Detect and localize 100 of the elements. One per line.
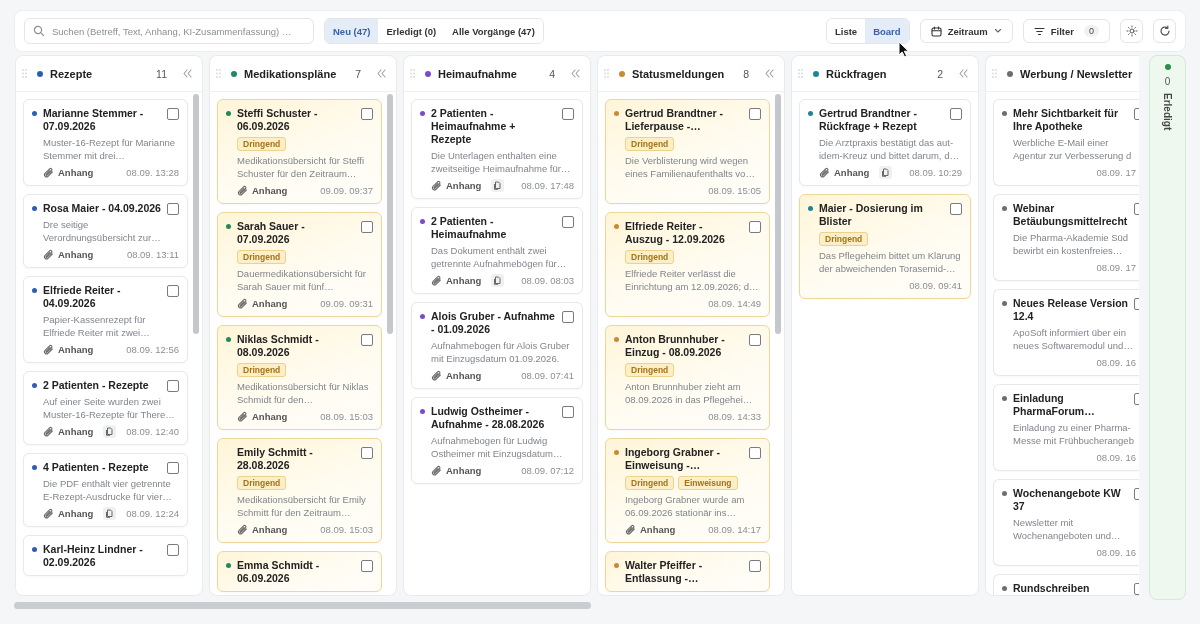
paperclip-icon (431, 465, 442, 476)
paperclip-icon (819, 167, 830, 178)
message-card[interactable]: Karl-Heinz Lindner - 02.09.2026 (23, 535, 188, 576)
message-card[interactable]: Gertrud Brandtner - Rückfrage + Rezept Die Arztpraxis bestätigt das aut-idem-Kreuz und bittet darum, d… Anhang 08.09. 10:29 (799, 99, 971, 186)
card-description: ApoSoft informiert über ein neues Softwaremodul und… (1013, 326, 1134, 352)
checkbox[interactable] (167, 285, 179, 297)
message-card[interactable]: Elfriede Reiter - Auszug - 12.09.2026 Dringend Elfriede Reiter verlässt die Einrichtung am 12.09.2026; d… 08.09. 14:49 (605, 212, 770, 317)
drag-handle-icon[interactable] (604, 69, 609, 78)
checkbox[interactable] (562, 108, 574, 120)
card-time: 08.09. 17:48 (521, 179, 574, 192)
checkbox[interactable] (361, 334, 373, 346)
card-description: Dauermedikationsübersicht für Sarah Sauer mit fünf… (237, 267, 367, 293)
checkbox[interactable] (361, 108, 373, 120)
message-card[interactable]: Neues Release Version 12.4 ApoSoft informiert über ein neues Softwaremodul und… 08.09. 16 (993, 289, 1139, 376)
attachment-label: Anhang (446, 179, 482, 192)
message-card[interactable]: Maier - Dosierung im Blister Dringend Das Pflegeheim bittet um Klärung der abweichenden Torasemid-… 08.09. 09:41 (799, 194, 971, 299)
paperclip-icon (625, 524, 636, 535)
message-card[interactable]: 2 Patienten - Heimaufnahme + Rezepte Die Unterlagen enthalten eine zweitseitige Heimaufnahme für… Anhang 08.09. 17:48 (411, 99, 583, 199)
message-card[interactable]: Marianne Stemmer - 07.09.2026 Muster-16-Rezept für Marianne Stemmer mit drei… Anhang 08.09. 13:28 (23, 99, 188, 186)
message-card[interactable]: Emma Schmidt - 06.09.2026 (217, 551, 382, 592)
message-card[interactable]: Mehr Sichtbarkeit für Ihre Apotheke Werbliche E-Mail einer Agentur zur Verbesserung d 08.09. 17 (993, 99, 1139, 186)
drag-handle-icon[interactable] (216, 69, 221, 78)
message-card[interactable]: Gertrud Brandtner - Lieferpause -… Dringend Die Verblisterung wird wegen eines Familienaufenthalts vo… 08.09. 15:05 (605, 99, 770, 204)
horizontal-scrollbar[interactable] (14, 602, 591, 609)
card-description: Die Verblisterung wird wegen eines Familienaufenthalts vo… (625, 154, 756, 180)
card-title: Mehr Sichtbarkeit für Ihre Apotheke (1013, 107, 1120, 133)
message-card[interactable]: Anton Brunnhuber - Einzug - 08.09.2026 Dringend Anton Brunnhuber zieht am 08.09.2026 in das Pflegehei… 08.09. 14:33 (605, 325, 770, 430)
card-time: 08.09. 13:28 (126, 166, 179, 179)
message-card[interactable]: Sarah Sauer - 07.09.2026 Dringend Dauermedikationsübersicht für Sarah Sauer mit fünf… Anhang 09.09. 09:31 (217, 212, 382, 317)
message-card[interactable]: Elfriede Reiter - 04.09.2026 Papier-Kassenrezept für Elfriede Reiter mit zwei… Anhang 08.09. 12:56 (23, 276, 188, 363)
attachment-label: Anhang (834, 166, 870, 179)
filter-button[interactable]: Filter 0 (1022, 19, 1110, 43)
checkbox[interactable] (950, 203, 962, 215)
card-description: Ingeborg Grabner wurde am 06.09.2026 stationär ins… (625, 493, 746, 519)
checkbox[interactable] (167, 108, 179, 120)
scrollbar-thumb[interactable] (193, 94, 199, 334)
drag-handle-icon[interactable] (410, 69, 415, 78)
column-title: Medikationspläne (244, 67, 337, 80)
message-card[interactable]: Einladung PharmaForum… Einladung zu einer Pharma-Messe mit Frühbucherangeb 08.09. 16 (993, 384, 1139, 471)
checkbox[interactable] (167, 462, 179, 474)
message-card[interactable]: Emily Schmitt - 28.08.2026 Dringend Medikationsübersicht für Emily Schmitt für den Zeitraum… Anhang 08.09. 15:03 (217, 438, 382, 543)
card-title: Marianne Stemmer - 07.09.2026 (43, 107, 145, 133)
tag: Dringend (237, 137, 287, 151)
view-tab[interactable]: Board (865, 19, 909, 43)
scrollbar-thumb[interactable] (775, 94, 781, 334)
message-card[interactable]: Steffi Schuster - 06.09.2026 Dringend Medikationsübersicht für Steffi Schuster für den Zeitraum… Anhang 09.09. 09:37 (217, 99, 382, 204)
scrollbar-thumb[interactable] (387, 94, 393, 334)
card-count: 11 (156, 67, 167, 80)
checkbox[interactable] (749, 108, 761, 120)
checkbox[interactable] (749, 560, 761, 572)
card-title: Anton Brunnhuber - Einzug - 08.09.2026 (625, 333, 726, 359)
card-count: 8 (743, 67, 749, 80)
checkbox[interactable] (562, 406, 574, 418)
message-card[interactable]: 4 Patienten - Rezepte Die PDF enthält vier getrennte E-Rezept-Ausdrucke für vier… Anhang 08.09. 12:24 (23, 453, 188, 527)
drag-handle-icon[interactable] (992, 69, 997, 78)
message-card[interactable]: 2 Patienten - Rezepte Auf einer Seite wurden zwei Muster-16-Rezepte für There… Anhang 08.09. 12:40 (23, 371, 188, 445)
checkbox[interactable] (562, 311, 574, 323)
message-card[interactable]: Rosa Maier - 04.09.2026 Dre seitige Verordnungsübersicht zur… Anhang 08.09. 13:11 (23, 194, 188, 268)
card-count: 7 (355, 67, 361, 80)
theme-button[interactable] (1120, 19, 1143, 43)
card-description: Aufnahmebogen für Ludwig Ostheimer mit Einzugsdatum… (431, 434, 564, 460)
checkbox[interactable] (361, 560, 373, 572)
collapsed-column[interactable]: 0 Erledigt (1149, 55, 1186, 600)
attachment-label: Anhang (446, 274, 482, 287)
message-card[interactable]: Niklas Schmidt - 08.09.2026 Dringend Medikationsübersicht für Niklas Schmidt für den… Anhang 08.09. 15:03 (217, 325, 382, 430)
checkbox[interactable] (167, 380, 179, 392)
checkbox[interactable] (361, 221, 373, 233)
checkbox[interactable] (167, 544, 179, 556)
search-field[interactable]: Suchen (Betreff, Text, Anhang, KI-Zusammenfassung) … (24, 18, 314, 44)
checkbox[interactable] (361, 447, 373, 459)
checkbox[interactable] (950, 108, 962, 120)
message-card[interactable]: Wochenangebote KW 37 Newsletter mit Wochenangeboten und… 08.09. 16 (993, 479, 1139, 566)
column-title: Rückfragen (826, 67, 887, 80)
card-count: 2 (937, 67, 943, 80)
checkbox[interactable] (167, 203, 179, 215)
filter-tab[interactable]: Neu (47) (325, 19, 379, 43)
checkbox[interactable] (749, 334, 761, 346)
checkbox[interactable] (749, 221, 761, 233)
card-time: 08.09. 09:41 (909, 279, 962, 292)
message-card[interactable]: 2 Patienten - Heimaufnahme Das Dokument enthält zwei getrennte Aufnahmebögen für… Anhang 08.09. 08:03 (411, 207, 583, 294)
message-card[interactable]: Alois Gruber - Aufnahme - 01.09.2026 Aufnahmebogen für Alois Gruber mit Einzugsdatum 01.09.2026. Anhang 08.09. 07:41 (411, 302, 583, 389)
checkbox[interactable] (749, 447, 761, 459)
collapse-icon (764, 69, 774, 78)
card-title: 4 Patienten - Rezepte (43, 461, 150, 474)
card-title: Webinar Betäubungsmittelrecht (1013, 202, 1129, 228)
message-card[interactable]: Ludwig Ostheimer - Aufnahme - 28.08.2026 Aufnahmebogen für Ludwig Ostheimer mit Einzugsdatum… Anhang 08.09. 07:12 (411, 397, 583, 484)
paperclip-icon (237, 185, 248, 196)
message-card[interactable]: Rundschreiben (993, 574, 1139, 595)
card-title: Steffi Schuster - 06.09.2026 (237, 107, 319, 133)
drag-handle-icon[interactable] (22, 69, 27, 78)
card-description: Papier-Kassenrezept für Elfriede Reiter mit zwei… (43, 313, 151, 339)
checkbox[interactable] (562, 216, 574, 228)
drag-handle-icon[interactable] (798, 69, 803, 78)
card-title: Ludwig Ostheimer - Aufnahme - 28.08.2026 (431, 405, 546, 431)
message-card[interactable]: Ingeborg Grabner - Einweisung -… Dringend Einweisung Ingeborg Grabner wurde am 06.09.2026 stationär ins… Anhang 08.09. 14:17 (605, 438, 770, 543)
message-card[interactable]: Webinar Betäubungsmittelrecht Die Pharma-Akademie Süd bewirbt ein kostenfreies… 08.09. 17 (993, 194, 1139, 281)
refresh-button[interactable] (1153, 19, 1176, 43)
date-range-button[interactable]: Zeitraum (919, 19, 1013, 43)
card-title: Neues Release Version 12.4 (1013, 297, 1129, 323)
message-card[interactable]: Walter Pfeiffer - Entlassung -… (605, 551, 770, 592)
